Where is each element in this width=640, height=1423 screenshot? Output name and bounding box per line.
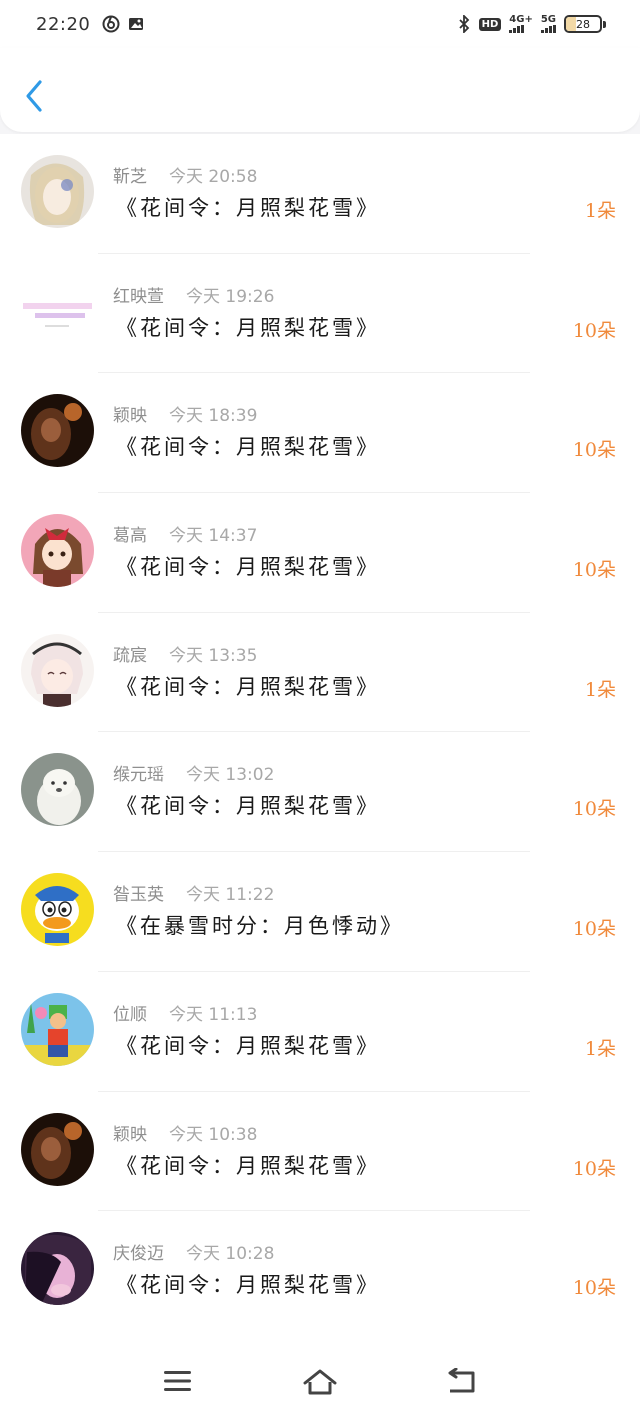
avatar[interactable] <box>21 155 94 228</box>
send-time: 今天 10:38 <box>169 1124 258 1145</box>
row-meta: 靳芝 今天 20:58 <box>113 162 257 187</box>
gift-row[interactable]: 红映萱 今天 19:26 《花间令：月照梨花雪》 10朵 <box>0 253 640 374</box>
send-time: 今天 19:26 <box>186 286 275 307</box>
chevron-left-icon <box>26 80 42 112</box>
battery-icon: 28 <box>564 15 606 33</box>
sender-name: 缑元瑶 <box>113 765 164 786</box>
avatar[interactable] <box>21 514 94 588</box>
avatar[interactable] <box>21 394 94 468</box>
avatar[interactable] <box>21 1112 94 1186</box>
menu-button[interactable] <box>163 1368 193 1398</box>
gift-name: 《花间令：月照梨花雪》 <box>116 555 380 580</box>
row-meta: 缑元瑶 今天 13:02 <box>113 760 274 785</box>
send-time: 今天 20:58 <box>169 167 258 187</box>
signal-4g-icon: 4G+ <box>509 15 533 33</box>
send-time: 今天 13:02 <box>186 765 275 786</box>
bluetooth-icon <box>458 15 469 33</box>
gift-count: 10朵 <box>572 319 616 342</box>
sender-name: 靳芝 <box>113 167 147 187</box>
gift-row[interactable]: 葛高 今天 14:37 《花间令：月照梨花雪》 10朵 <box>0 493 640 613</box>
sender-name: 颖映 <box>113 406 147 427</box>
gallery-notification-icon <box>129 18 144 30</box>
send-time: 今天 14:37 <box>169 526 258 547</box>
gift-name: 《花间令：月照梨花雪》 <box>116 674 380 699</box>
gift-name: 《花间令：月照梨花雪》 <box>116 794 380 819</box>
gift-row[interactable]: 颖映 今天 18:39 《花间令：月照梨花雪》 10朵 <box>0 373 640 494</box>
avatar[interactable] <box>21 1232 94 1306</box>
send-time: 今天 13:35 <box>169 645 258 666</box>
back-button[interactable] <box>20 76 50 116</box>
row-meta: 颖映 今天 18:39 <box>113 401 257 426</box>
row-meta: 疏宸 今天 13:35 <box>113 641 257 666</box>
signal-5g-icon: 5G <box>540 14 556 33</box>
avatar[interactable] <box>21 633 94 707</box>
send-time: 今天 18:39 <box>169 406 258 427</box>
sender-name: 葛高 <box>113 526 147 547</box>
home-icon <box>303 1369 337 1395</box>
gift-count: 10朵 <box>572 559 616 582</box>
nav-header <box>0 48 640 132</box>
menu-icon <box>164 1371 191 1391</box>
row-meta: 红映萱 今天 19:26 <box>113 282 274 307</box>
gift-count: 10朵 <box>572 1157 616 1180</box>
status-time: 22:20 <box>36 13 91 35</box>
gift-count: 1朵 <box>584 678 616 701</box>
gift-count: 10朵 <box>572 1277 616 1300</box>
signal-5g-label: 5G <box>540 14 556 25</box>
gift-name: 《花间令：月照梨花雪》 <box>116 1153 380 1178</box>
row-meta: 昝玉英 今天 11:22 <box>113 880 274 905</box>
battery-level: 28 <box>576 17 590 31</box>
send-time: 今天 11:22 <box>186 885 275 906</box>
hd-badge: HD <box>478 17 502 31</box>
gift-name: 《花间令：月照梨花雪》 <box>116 435 380 460</box>
gift-name: 《花间令：月照梨花雪》 <box>116 1273 380 1298</box>
avatar[interactable] <box>21 274 94 348</box>
avatar[interactable] <box>21 873 94 947</box>
return-button[interactable] <box>446 1367 478 1400</box>
send-time: 今天 11:13 <box>169 1004 258 1025</box>
gift-row[interactable]: 缑元瑶 今天 13:02 《花间令：月照梨花雪》 10朵 <box>0 732 640 853</box>
avatar[interactable] <box>21 992 94 1066</box>
signal-4g-label: 4G+ <box>509 14 533 25</box>
status-left-icons <box>102 15 144 33</box>
gift-row[interactable]: 颖映 今天 10:38 《花间令：月照梨花雪》 10朵 <box>0 1091 640 1212</box>
return-icon <box>448 1367 475 1393</box>
sender-name: 疏宸 <box>113 645 147 666</box>
row-meta: 庆俊迈 今天 10:28 <box>113 1239 274 1264</box>
row-meta: 位顺 今天 11:13 <box>113 1000 257 1025</box>
row-meta: 颖映 今天 10:38 <box>113 1120 257 1145</box>
gift-name: 《在暴雪时分：月色悸动》 <box>116 914 404 939</box>
gift-count: 10朵 <box>572 798 616 821</box>
sender-name: 颖映 <box>113 1124 147 1145</box>
status-right: HD 4G+ 5G 28 <box>457 15 606 33</box>
gift-count: 10朵 <box>572 918 616 941</box>
sender-name: 昝玉英 <box>113 885 164 906</box>
gift-name: 《花间令：月照梨花雪》 <box>116 1033 380 1058</box>
gift-row[interactable]: 疏宸 今天 13:35 《花间令：月照梨花雪》 1朵 <box>0 612 640 733</box>
status-bar: 22:20 HD 4G+ 5G 28 <box>0 0 640 48</box>
gift-row[interactable]: 昝玉英 今天 11:22 《在暴雪时分：月色悸动》 10朵 <box>0 852 640 972</box>
gift-count: 1朵 <box>584 200 616 222</box>
gift-row[interactable]: 位顺 今天 11:13 《花间令：月照梨花雪》 1朵 <box>0 971 640 1092</box>
gift-name: 《花间令：月照梨花雪》 <box>116 196 380 220</box>
gift-name: 《花间令：月照梨花雪》 <box>116 315 380 340</box>
home-button[interactable] <box>302 1368 338 1400</box>
system-nav-bar <box>0 1330 640 1423</box>
sender-name: 位顺 <box>113 1004 147 1025</box>
gift-row[interactable]: 靳芝 今天 20:58 《花间令：月照梨花雪》 1朵 <box>0 134 640 254</box>
sender-name: 红映萱 <box>113 286 164 307</box>
row-meta: 葛高 今天 14:37 <box>113 521 257 546</box>
app-notification-icon <box>102 15 120 33</box>
gift-count: 10朵 <box>572 439 616 462</box>
gift-count: 1朵 <box>584 1037 616 1060</box>
avatar[interactable] <box>21 753 94 827</box>
gift-row[interactable]: 庆俊迈 今天 10:28 《花间令：月照梨花雪》 10朵 <box>0 1211 640 1331</box>
gift-list: 靳芝 今天 20:58 《花间令：月照梨花雪》 1朵 红映萱 今天 19:26 … <box>0 134 640 1331</box>
sender-name: 庆俊迈 <box>113 1244 164 1265</box>
send-time: 今天 10:28 <box>186 1244 275 1265</box>
